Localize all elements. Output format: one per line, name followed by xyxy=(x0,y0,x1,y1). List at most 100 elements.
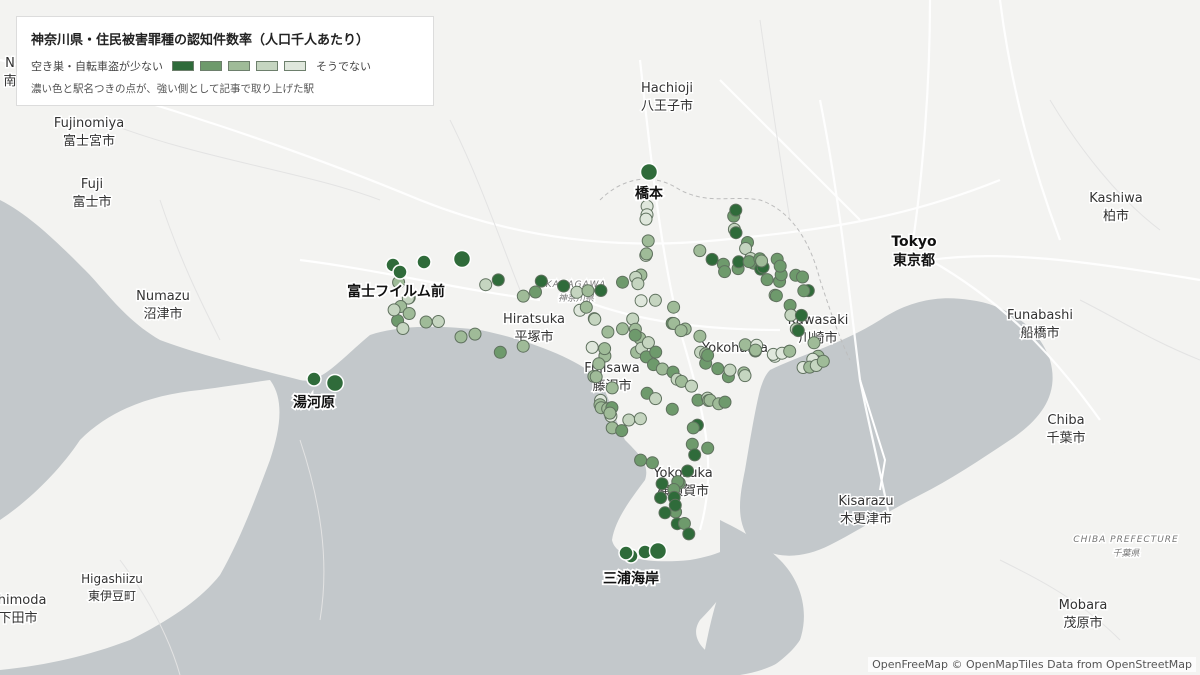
station-point-122[interactable] xyxy=(681,464,695,478)
highlight-station-point-11[interactable] xyxy=(618,545,634,561)
station-point-92[interactable] xyxy=(674,324,688,338)
highlight-station-point-4[interactable] xyxy=(452,249,472,269)
station-point-10[interactable] xyxy=(634,294,648,308)
station-point-111[interactable] xyxy=(783,344,797,358)
station-point-74[interactable] xyxy=(588,312,602,326)
station-point-34[interactable] xyxy=(807,336,821,350)
station-point-151[interactable] xyxy=(534,274,548,288)
attribution-copyright[interactable]: © OpenMapTiles xyxy=(952,658,1044,671)
legend-high-label: そうでない xyxy=(316,60,371,73)
station-point-152[interactable] xyxy=(557,279,571,293)
station-point-3[interactable] xyxy=(639,212,653,226)
highlight-station-point-3[interactable] xyxy=(416,254,432,270)
station-point-136[interactable] xyxy=(658,506,672,520)
station-point-147[interactable] xyxy=(479,278,493,292)
station-point-25[interactable] xyxy=(760,273,774,287)
station-point-79[interactable] xyxy=(592,357,606,371)
station-point-131[interactable] xyxy=(634,453,648,467)
place-chiba-pref-line-2: 千葉県 xyxy=(1112,548,1140,559)
highlight-station-point-7[interactable] xyxy=(325,373,345,393)
station-point-160[interactable] xyxy=(431,315,445,328)
station-label-4: 三浦海岸 xyxy=(603,570,659,587)
station-point-48[interactable] xyxy=(773,259,787,273)
station-point-6[interactable] xyxy=(640,247,653,261)
station-point-135[interactable] xyxy=(668,498,682,512)
station-point-159[interactable] xyxy=(419,315,433,329)
station-point-119[interactable] xyxy=(701,441,715,455)
station-point-134[interactable] xyxy=(654,491,668,505)
highlight-station-point-1[interactable] xyxy=(639,162,659,182)
station-point-52[interactable] xyxy=(797,284,811,298)
station-point-38[interactable] xyxy=(705,252,719,266)
highlight-station-point-6[interactable] xyxy=(306,371,322,387)
station-point-18[interactable] xyxy=(729,226,743,240)
station-point-156[interactable] xyxy=(616,275,629,289)
station-point-133[interactable] xyxy=(655,477,669,491)
station-point-161[interactable] xyxy=(454,330,468,344)
station-point-132[interactable] xyxy=(645,456,659,470)
station-point-146[interactable] xyxy=(665,402,679,416)
station-point-116[interactable] xyxy=(816,354,830,368)
station-point-150[interactable] xyxy=(529,285,542,299)
station-point-121[interactable] xyxy=(688,448,702,462)
attribution-openfreemap-link[interactable]: OpenFreeMap xyxy=(872,658,948,671)
station-point-54[interactable] xyxy=(628,328,642,342)
station-point-102[interactable] xyxy=(738,369,752,383)
station-point-154[interactable] xyxy=(581,284,595,298)
station-point-64[interactable] xyxy=(685,379,698,393)
station-point-142[interactable] xyxy=(622,413,636,427)
place-n-edge-line-2: 南 xyxy=(3,73,16,89)
place-tokyo-line-2: 東京都 xyxy=(893,252,935,269)
station-point-88[interactable] xyxy=(667,300,681,314)
attribution-osm-link[interactable]: OpenStreetMap xyxy=(1106,658,1192,671)
station-point-164[interactable] xyxy=(516,339,530,353)
station-point-148[interactable] xyxy=(491,273,505,287)
station-point-76[interactable] xyxy=(585,340,599,354)
station-point-149[interactable] xyxy=(516,289,530,303)
station-point-145[interactable] xyxy=(649,392,662,406)
station-point-170[interactable] xyxy=(387,303,401,317)
station-point-70[interactable] xyxy=(718,395,732,409)
place-chiba-line-1: Chiba xyxy=(1047,413,1084,428)
station-point-143[interactable] xyxy=(633,412,647,426)
station-point-158[interactable] xyxy=(396,322,410,335)
place-shimoda-line-1: Shimoda xyxy=(0,593,46,608)
station-point-139[interactable] xyxy=(603,406,617,420)
highlight-station-point-5[interactable] xyxy=(392,264,408,280)
station-point-120[interactable] xyxy=(685,437,699,451)
station-point-78[interactable] xyxy=(598,342,612,356)
station-point-97[interactable] xyxy=(701,348,715,362)
station-point-9[interactable] xyxy=(631,277,645,291)
station-point-40[interactable] xyxy=(718,265,732,279)
station-point-87[interactable] xyxy=(648,293,662,307)
station-point-106[interactable] xyxy=(749,343,762,357)
station-point-72[interactable] xyxy=(579,300,593,314)
station-point-50[interactable] xyxy=(796,270,809,284)
station-point-130[interactable] xyxy=(682,527,696,541)
station-point-45[interactable] xyxy=(755,254,769,268)
station-point-75[interactable] xyxy=(601,325,615,339)
station-point-93[interactable] xyxy=(693,329,707,343)
station-point-82[interactable] xyxy=(605,381,619,395)
station-point-162[interactable] xyxy=(468,327,482,341)
station-point-16[interactable] xyxy=(729,203,743,217)
station-point-98[interactable] xyxy=(711,362,725,376)
station-point-43[interactable] xyxy=(742,255,756,269)
station-point-81[interactable] xyxy=(589,370,603,384)
station-point-28[interactable] xyxy=(769,289,783,303)
station-point-118[interactable] xyxy=(686,421,700,435)
station-point-163[interactable] xyxy=(493,345,507,359)
station-point-155[interactable] xyxy=(594,284,608,297)
place-tokyo-line-1: Tokyo xyxy=(891,234,937,250)
station-point-4[interactable] xyxy=(641,234,655,248)
station-point-33[interactable] xyxy=(791,324,805,338)
station-point-31[interactable] xyxy=(794,308,808,322)
station-point-58[interactable] xyxy=(649,345,663,359)
station-point-53[interactable] xyxy=(616,322,629,336)
station-point-153[interactable] xyxy=(570,285,584,299)
station-point-169[interactable] xyxy=(402,307,416,320)
station-point-37[interactable] xyxy=(693,244,707,258)
station-point-141[interactable] xyxy=(615,424,629,438)
station-point-100[interactable] xyxy=(723,363,737,377)
highlight-station-point-10[interactable] xyxy=(648,541,668,561)
